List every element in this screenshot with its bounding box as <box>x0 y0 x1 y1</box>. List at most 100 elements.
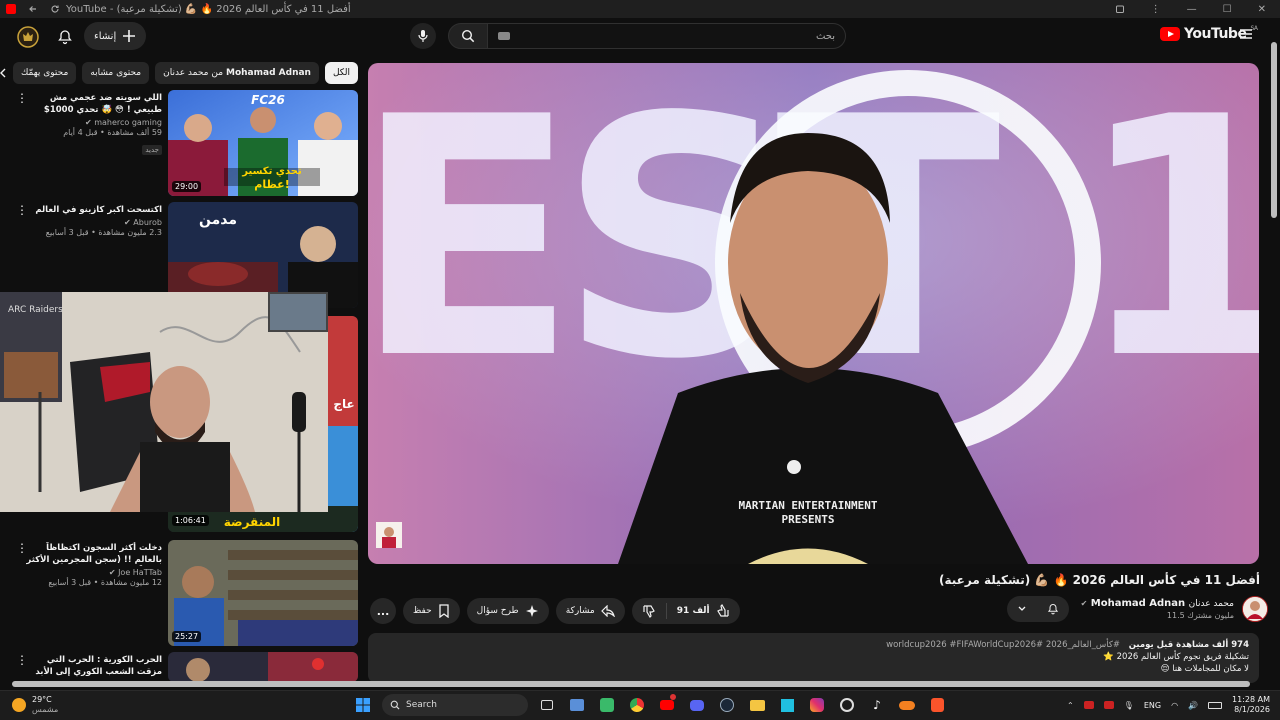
channel-name[interactable]: ✔ Mohamad Adnan محمد عدنان <box>1081 598 1234 609</box>
close-window-icon[interactable]: ✕ <box>1258 4 1266 15</box>
channel-watermark[interactable] <box>376 522 402 548</box>
more-actions-icon[interactable]: ⋮ <box>16 542 28 554</box>
tray-overflow-icon[interactable]: ⌃ <box>1067 701 1074 710</box>
profile-avatar[interactable] <box>12 21 44 53</box>
brave-icon[interactable] <box>926 694 948 716</box>
recommendation-channel[interactable]: maherco gaming ✔ <box>26 118 162 127</box>
instagram-icon[interactable] <box>806 694 828 716</box>
hamburger-icon <box>1240 29 1252 39</box>
tray-app-icon[interactable] <box>1083 701 1094 709</box>
channel-row: ✔ Mohamad Adnan محمد عدنان 11.5 مليون مش… <box>1006 596 1268 622</box>
video-thumbnail[interactable]: 25:27 <box>168 540 358 646</box>
channel-info: ✔ Mohamad Adnan محمد عدنان 11.5 مليون مش… <box>1081 598 1234 620</box>
create-button[interactable]: إنشاء <box>84 22 147 50</box>
horizontal-scroll-thumb[interactable] <box>12 681 1250 687</box>
subscriber-count: 11.5 مليون مشترك <box>1166 611 1234 620</box>
like-dislike-group: 91 ألف <box>631 598 740 624</box>
channel-avatar[interactable] <box>1242 596 1268 622</box>
recommendation-item[interactable]: 25:27 دخلت أكثر السجون اكتظاظاً بالعالم … <box>6 540 358 648</box>
hashtags[interactable]: #كأس_العالم_2026 #worldcup2026 #FIFAWorl… <box>886 640 1120 650</box>
horizontal-scrollbar[interactable] <box>0 680 1270 688</box>
youtube-play-icon <box>1160 27 1180 41</box>
recommendation-channel[interactable]: Aburob ✔ <box>26 218 162 227</box>
clock[interactable]: 11:28 AM 8/1/2026 <box>1232 695 1270 715</box>
video-description[interactable]: 974 ألف مشاهدة قبل يومين #كأس_العالم_202… <box>368 633 1259 683</box>
weather-widget[interactable]: 29°C مشمس <box>12 695 58 715</box>
volume-icon[interactable]: 🔊 <box>1188 701 1198 710</box>
chip-from-channel[interactable]: من محمد عدنان Mohamad Adnan <box>155 62 319 84</box>
chrome-icon[interactable] <box>626 694 648 716</box>
recommendation-item[interactable]: الحرب الكورية : الحرب التي مزقت الشعب ال… <box>6 652 358 682</box>
system-tray: ⌃ 🎙 ENG ◠ 🔊 11:28 AM 8/1/2026 <box>1067 695 1270 715</box>
shirt-text-1: MARTIAN ENTERTAINMENT <box>738 499 877 512</box>
minimize-icon[interactable]: — <box>1187 4 1197 15</box>
extensions-icon[interactable] <box>1115 4 1125 14</box>
taskbar-search[interactable]: Search <box>382 694 528 716</box>
discord-icon[interactable] <box>686 694 708 716</box>
back-arrow-icon[interactable] <box>28 4 38 14</box>
more-actions-icon[interactable]: ⋮ <box>16 204 28 216</box>
subscribed-button[interactable] <box>1006 596 1069 622</box>
youtube-app-icon[interactable] <box>656 694 678 716</box>
chips-scroll-left-button[interactable] <box>0 62 7 84</box>
keyboard-icon[interactable] <box>498 32 510 40</box>
language-indicator[interactable]: ENG <box>1144 701 1161 710</box>
recommendation-title[interactable]: اكتسحت اكبر كازينو في العالم <box>26 204 162 216</box>
video-player[interactable]: BEST 11 MARTIAN ENTERTAINMENT PRESENTS <box>368 63 1259 564</box>
battery-icon[interactable] <box>1208 701 1223 709</box>
obs-icon[interactable] <box>836 694 858 716</box>
search-button[interactable] <box>448 23 488 49</box>
sun-icon <box>12 698 26 712</box>
recommendation-item[interactable]: تحدي تكسير عظام! FC26 29:00 اللي سويته ض… <box>6 90 358 198</box>
wifi-icon[interactable]: ◠ <box>1171 701 1178 710</box>
steam-icon[interactable] <box>716 694 738 716</box>
chip-for-you[interactable]: محتوى يهمّك <box>12 62 77 84</box>
chip-all[interactable]: الكل <box>324 62 358 84</box>
thumbs-up-icon <box>716 604 729 617</box>
thumb-text-partial: عاج <box>333 397 354 411</box>
chip-from-channel-name: Mohamad Adnan <box>226 68 311 78</box>
start-button[interactable] <box>352 694 374 716</box>
tiktok-icon[interactable]: ♪ <box>866 694 888 716</box>
video-title: أفضل 11 في كأس العالم 2026 🔥 💪🏼 (تشكيلة … <box>939 573 1260 587</box>
guide-menu-button[interactable] <box>1238 26 1254 46</box>
vertical-scrollbar[interactable] <box>1270 30 1278 680</box>
recommendation-title[interactable]: اللي سويته ضد عجمي مش طبيعي ! 😳 🤯 تحدي 1… <box>26 92 162 116</box>
search-input[interactable]: بحث <box>488 23 846 49</box>
share-button[interactable]: مشاركة <box>555 598 625 624</box>
chip-related[interactable]: محتوى مشابه <box>82 62 150 84</box>
more-actions-icon[interactable]: ⋮ <box>16 92 28 104</box>
tray-app-icon-2[interactable] <box>1103 701 1114 709</box>
browser-menu-icon[interactable]: ⋮ <box>1151 4 1161 15</box>
video-thumbnail[interactable] <box>168 652 358 682</box>
youtube-favicon-icon <box>6 4 16 14</box>
voice-search-button[interactable] <box>410 23 436 49</box>
cloud-app-icon[interactable] <box>896 694 918 716</box>
reload-icon[interactable] <box>50 4 60 14</box>
more-actions-button[interactable]: ... <box>370 598 396 624</box>
store-icon[interactable] <box>566 694 588 716</box>
mic-tray-icon[interactable]: 🎙 <box>1124 701 1134 710</box>
task-view-icon[interactable] <box>536 694 558 716</box>
recommendation-title[interactable]: الحرب الكورية : الحرب التي مزقت الشعب ال… <box>26 654 162 678</box>
recommendation-title[interactable]: دخلت أكثر السجون اكتظاظاً بالعالم !! (سج… <box>26 542 162 566</box>
file-explorer-icon[interactable] <box>746 694 768 716</box>
vertical-scroll-thumb[interactable] <box>1271 42 1277 218</box>
more-actions-icon[interactable]: ⋮ <box>16 654 28 666</box>
like-button[interactable]: 91 ألف <box>667 598 740 624</box>
maximize-icon[interactable]: ☐ <box>1223 4 1232 15</box>
capcut-icon[interactable] <box>776 694 798 716</box>
recommendation-channel[interactable]: Joe HaTTab ✔ <box>26 568 162 577</box>
notifications-button[interactable] <box>49 21 81 53</box>
verified-icon: ✔ <box>124 218 131 227</box>
description-first-line: 974 ألف مشاهدة قبل يومين #كأس_العالم_202… <box>378 639 1249 651</box>
duration-badge: 29:00 <box>172 181 202 192</box>
save-button[interactable]: حفظ <box>403 598 460 624</box>
chip-from-channel-prefix: من محمد عدنان <box>163 68 224 78</box>
dislike-button[interactable] <box>632 598 666 624</box>
xbox-app-icon[interactable] <box>596 694 618 716</box>
video-thumbnail[interactable]: تحدي تكسير عظام! FC26 29:00 <box>168 90 358 196</box>
ask-button[interactable]: طرح سؤال <box>466 598 549 624</box>
verified-icon: ✔ <box>108 568 116 577</box>
search-icon <box>461 29 475 43</box>
